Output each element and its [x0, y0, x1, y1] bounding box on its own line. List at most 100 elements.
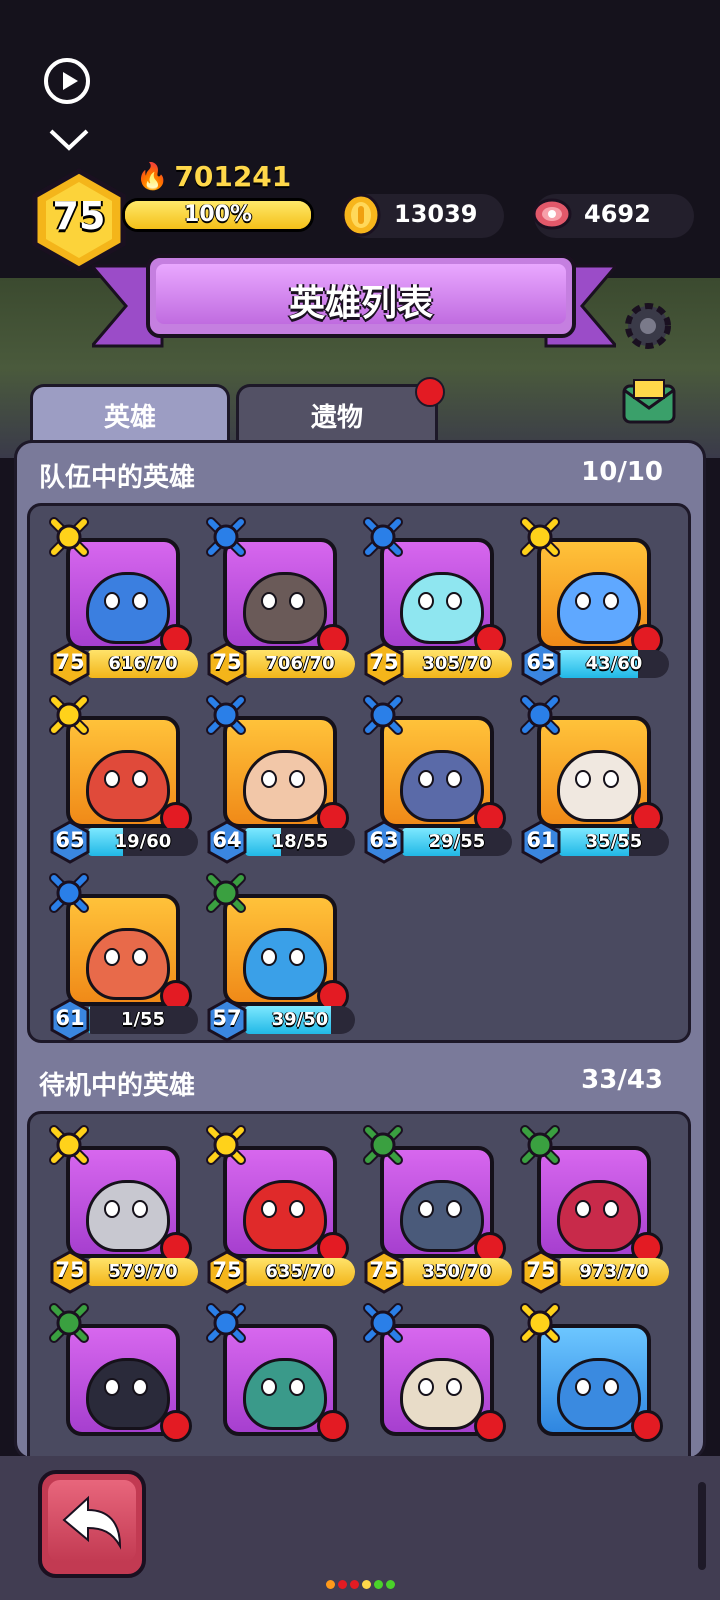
hero-card[interactable] — [48, 1302, 208, 1457]
tab-heroes-label: 英雄 — [103, 403, 156, 433]
hero-progress-text: 350/70 — [422, 1261, 492, 1282]
hero-progress-bar: 616/70 — [88, 650, 198, 678]
hero-list-panel[interactable]: 队伍中的英雄 10/10 616/70 75 706/70 75 305/70 75 43/… — [14, 440, 706, 1460]
page-dot — [386, 1580, 395, 1589]
page-dot — [374, 1580, 383, 1589]
hero-level-badge: 75 — [205, 1250, 249, 1294]
hero-eye — [603, 592, 619, 610]
page-dot — [362, 1580, 371, 1589]
hero-card[interactable]: 19/60 65 — [48, 694, 208, 864]
hero-card[interactable]: 1/55 61 — [48, 872, 208, 1042]
tree-stump-hero — [243, 572, 327, 644]
hero-eye — [289, 948, 305, 966]
green-class-badge-icon — [363, 1125, 403, 1165]
knight-helmet-hero — [557, 572, 641, 644]
hero-eye — [261, 948, 277, 966]
hero-eye — [132, 1200, 148, 1218]
team-heroes-grid: 616/70 75 706/70 75 305/70 75 43/60 65 19/60 65 18… — [27, 503, 691, 1043]
hero-card[interactable]: 18/55 64 — [205, 694, 365, 864]
hero-eye — [104, 770, 120, 788]
hero-progress-bar: 635/70 — [245, 1258, 355, 1286]
hero-card[interactable] — [205, 1302, 365, 1457]
hero-eye — [575, 592, 591, 610]
yellow-class-badge-icon — [49, 695, 89, 735]
coin-counter[interactable]: 13039 — [341, 193, 504, 238]
hero-eye — [289, 1200, 305, 1218]
blue-class-badge-icon — [363, 1303, 403, 1343]
hero-card[interactable]: 973/70 75 — [519, 1124, 679, 1294]
hero-progress-bar: 706/70 — [245, 650, 355, 678]
hero-eye — [603, 1200, 619, 1218]
hero-progress-bar: 35/55 — [559, 828, 669, 856]
hero-progress-text: 635/70 — [265, 1261, 335, 1282]
blue-class-badge-icon — [363, 695, 403, 735]
hero-card[interactable]: 706/70 75 — [205, 516, 365, 686]
pharaoh-hero — [243, 750, 327, 822]
tab-relics-label: 遗物 — [310, 403, 363, 433]
hero-card[interactable]: 29/55 63 — [362, 694, 522, 864]
chevron-down-icon[interactable] — [48, 128, 90, 152]
hero-card[interactable]: 43/60 65 — [519, 516, 679, 686]
hero-level-badge: 75 — [362, 1250, 406, 1294]
tab-heroes[interactable]: 英雄 — [30, 384, 230, 444]
hero-level-badge: 75 — [205, 642, 249, 686]
hero-card[interactable]: 616/70 75 — [48, 516, 208, 686]
armored-knight-hero — [86, 1180, 170, 1252]
hero-eye — [261, 592, 277, 610]
hero-eye — [446, 1200, 462, 1218]
hero-eye — [446, 770, 462, 788]
hero-progress-bar: 579/70 — [88, 1258, 198, 1286]
hero-level: 64 — [212, 828, 242, 852]
yellow-class-badge-icon — [49, 517, 89, 557]
hero-progress-text: 579/70 — [108, 1261, 178, 1282]
hero-level: 75 — [369, 650, 399, 674]
mail-icon[interactable] — [620, 378, 678, 426]
hero-eye — [261, 1378, 277, 1396]
hero-card[interactable]: 305/70 75 — [362, 516, 522, 686]
gear-icon[interactable] — [618, 296, 678, 356]
hero-level: 65 — [55, 828, 85, 852]
meat-counter[interactable]: 4692 — [532, 194, 694, 238]
hero-level: 57 — [212, 1006, 242, 1030]
green-class-badge-icon — [520, 1125, 560, 1165]
notification-dot — [317, 1410, 349, 1442]
robot-hero — [557, 1180, 641, 1252]
hero-progress-text: 305/70 — [422, 653, 492, 674]
hero-card[interactable]: 39/50 57 — [205, 872, 365, 1042]
hero-eye — [289, 1378, 305, 1396]
back-button[interactable] — [38, 1470, 146, 1578]
standby-heroes-grid: 579/70 75 635/70 75 350/70 75 973/70 75 — [27, 1111, 691, 1457]
page-dot — [326, 1580, 335, 1589]
hero-eye — [446, 1378, 462, 1396]
hero-eye — [418, 770, 434, 788]
play-icon[interactable] — [44, 58, 90, 104]
hero-eye — [603, 1378, 619, 1396]
player-level: 75 — [52, 194, 106, 238]
hero-card[interactable]: 579/70 75 — [48, 1124, 208, 1294]
hero-eye — [575, 1378, 591, 1396]
hero-card[interactable]: 35/55 61 — [519, 694, 679, 864]
green-class-badge-icon — [206, 873, 246, 913]
hero-card[interactable]: 635/70 75 — [205, 1124, 365, 1294]
hero-card[interactable] — [519, 1302, 679, 1457]
hero-eye — [418, 1200, 434, 1218]
hero-eye — [418, 1378, 434, 1396]
hero-eye — [132, 1378, 148, 1396]
hero-card[interactable]: 350/70 75 — [362, 1124, 522, 1294]
hero-eye — [261, 770, 277, 788]
hero-progress-bar: 43/60 — [559, 650, 669, 678]
scrollbar[interactable] — [698, 1482, 706, 1570]
hero-card[interactable] — [362, 1302, 522, 1457]
blue-class-badge-icon — [520, 695, 560, 735]
hero-level-badge: 61 — [519, 820, 563, 864]
hero-progress-bar: 29/55 — [402, 828, 512, 856]
team-section-count: 10/10 — [581, 457, 663, 487]
tab-relics[interactable]: 遗物 — [236, 377, 445, 444]
hero-progress-text: 18/55 — [271, 831, 329, 852]
hero-eye — [261, 1200, 277, 1218]
hero-progress-bar: 973/70 — [559, 1258, 669, 1286]
hero-progress-text: 29/55 — [428, 831, 486, 852]
hero-eye — [132, 592, 148, 610]
hero-level: 75 — [212, 1258, 242, 1282]
notification-dot — [415, 377, 445, 407]
